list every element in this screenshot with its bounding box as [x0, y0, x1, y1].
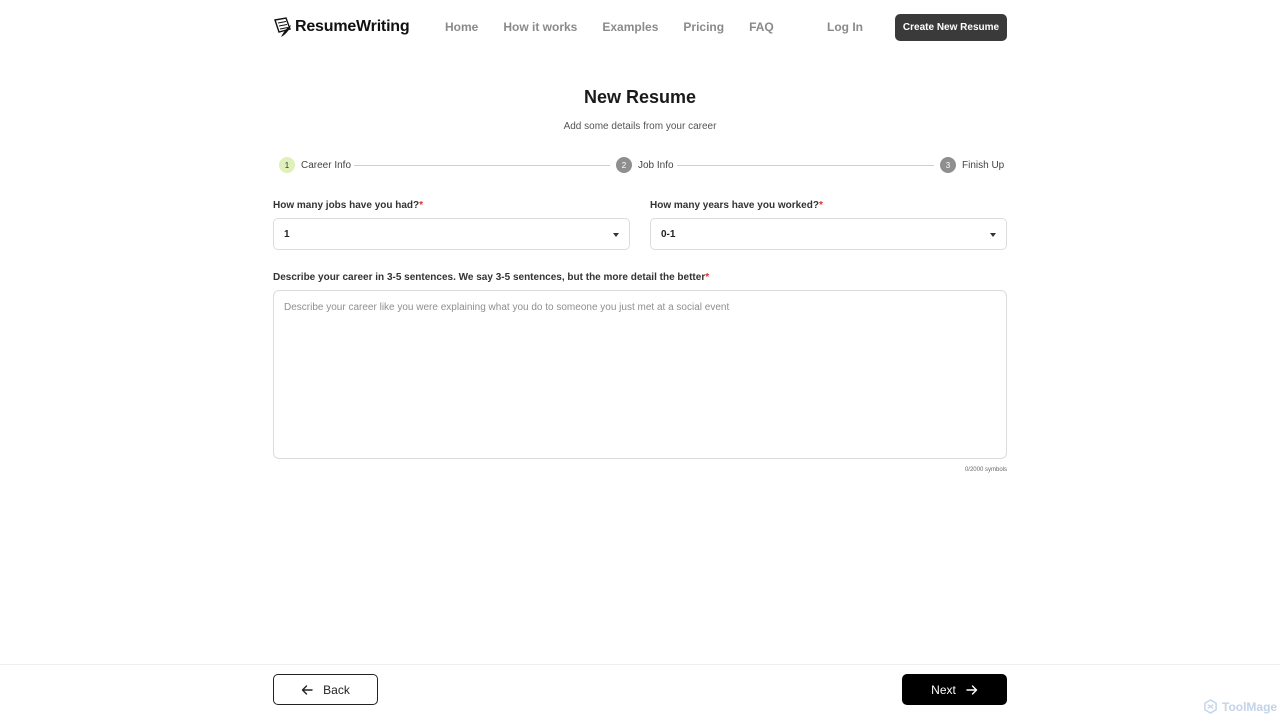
- step-number: 1: [279, 157, 295, 173]
- caret-down-icon: [990, 233, 996, 237]
- page-title: New Resume: [583, 87, 697, 107]
- watermark: ToolMage: [1203, 699, 1277, 714]
- step-number: 3: [940, 157, 956, 173]
- next-button[interactable]: Next: [902, 674, 1007, 705]
- footer-divider: [0, 664, 1280, 665]
- jobs-label: How many jobs have you had?*: [273, 200, 423, 211]
- login-link[interactable]: Log In: [827, 20, 863, 34]
- required-marker: *: [419, 200, 424, 211]
- next-button-label: Next: [931, 682, 956, 697]
- page-subtitle: Add some details from your career: [563, 121, 717, 132]
- main-nav: Home How it works Examples Pricing FAQ: [445, 20, 799, 34]
- header: ResumeWriting Home How it works Examples…: [0, 0, 1280, 54]
- brand-logo[interactable]: ResumeWriting: [273, 16, 410, 38]
- hexagon-logo-icon: [1204, 699, 1217, 714]
- character-counter: 0/2000 symbols: [964, 467, 1007, 473]
- required-marker: *: [818, 200, 823, 211]
- step-career-info[interactable]: 1 Career Info: [279, 157, 351, 173]
- step-connector: [677, 165, 934, 166]
- required-marker: *: [705, 272, 710, 283]
- nav-examples[interactable]: Examples: [602, 20, 658, 34]
- create-new-resume-button[interactable]: Create New Resume: [895, 14, 1007, 41]
- brand-name: ResumeWriting: [295, 18, 410, 35]
- nav-home[interactable]: Home: [445, 20, 478, 34]
- nav-how-it-works[interactable]: How it works: [503, 20, 577, 34]
- step-number: 2: [616, 157, 632, 173]
- watermark-text: ToolMage: [1222, 699, 1278, 714]
- back-button-label: Back: [323, 682, 350, 697]
- back-button[interactable]: Back: [273, 674, 378, 705]
- step-finish-up[interactable]: 3 Finish Up: [940, 157, 1004, 173]
- step-label: Job Info: [638, 159, 674, 171]
- career-label-text: Describe your career in 3-5 sentences. W…: [273, 272, 706, 283]
- step-label: Career Info: [301, 159, 352, 171]
- step-job-info[interactable]: 2 Job Info: [616, 157, 674, 173]
- step-label: Finish Up: [962, 159, 1005, 171]
- career-label: Describe your career in 3-5 sentences. W…: [273, 272, 709, 283]
- years-select[interactable]: 0-1: [650, 218, 1007, 250]
- feather-paper-icon: [274, 17, 291, 37]
- arrow-right-icon: [966, 684, 978, 695]
- nav-pricing[interactable]: Pricing: [683, 20, 724, 34]
- progress-stepper: 1 Career Info 2 Job Info 3 Finish Up: [279, 157, 1007, 173]
- years-select-value: 0-1: [661, 228, 676, 240]
- jobs-label-text: How many jobs have you had?: [273, 200, 420, 211]
- nav-faq[interactable]: FAQ: [749, 20, 774, 34]
- caret-down-icon: [613, 233, 619, 237]
- jobs-select-value: 1: [284, 228, 290, 240]
- years-label: How many years have you worked?*: [650, 200, 823, 211]
- step-connector: [354, 165, 610, 166]
- career-description-input[interactable]: [273, 290, 1007, 459]
- years-label-text: How many years have you worked?: [650, 200, 819, 211]
- arrow-left-icon: [301, 684, 313, 695]
- jobs-select[interactable]: 1: [273, 218, 630, 250]
